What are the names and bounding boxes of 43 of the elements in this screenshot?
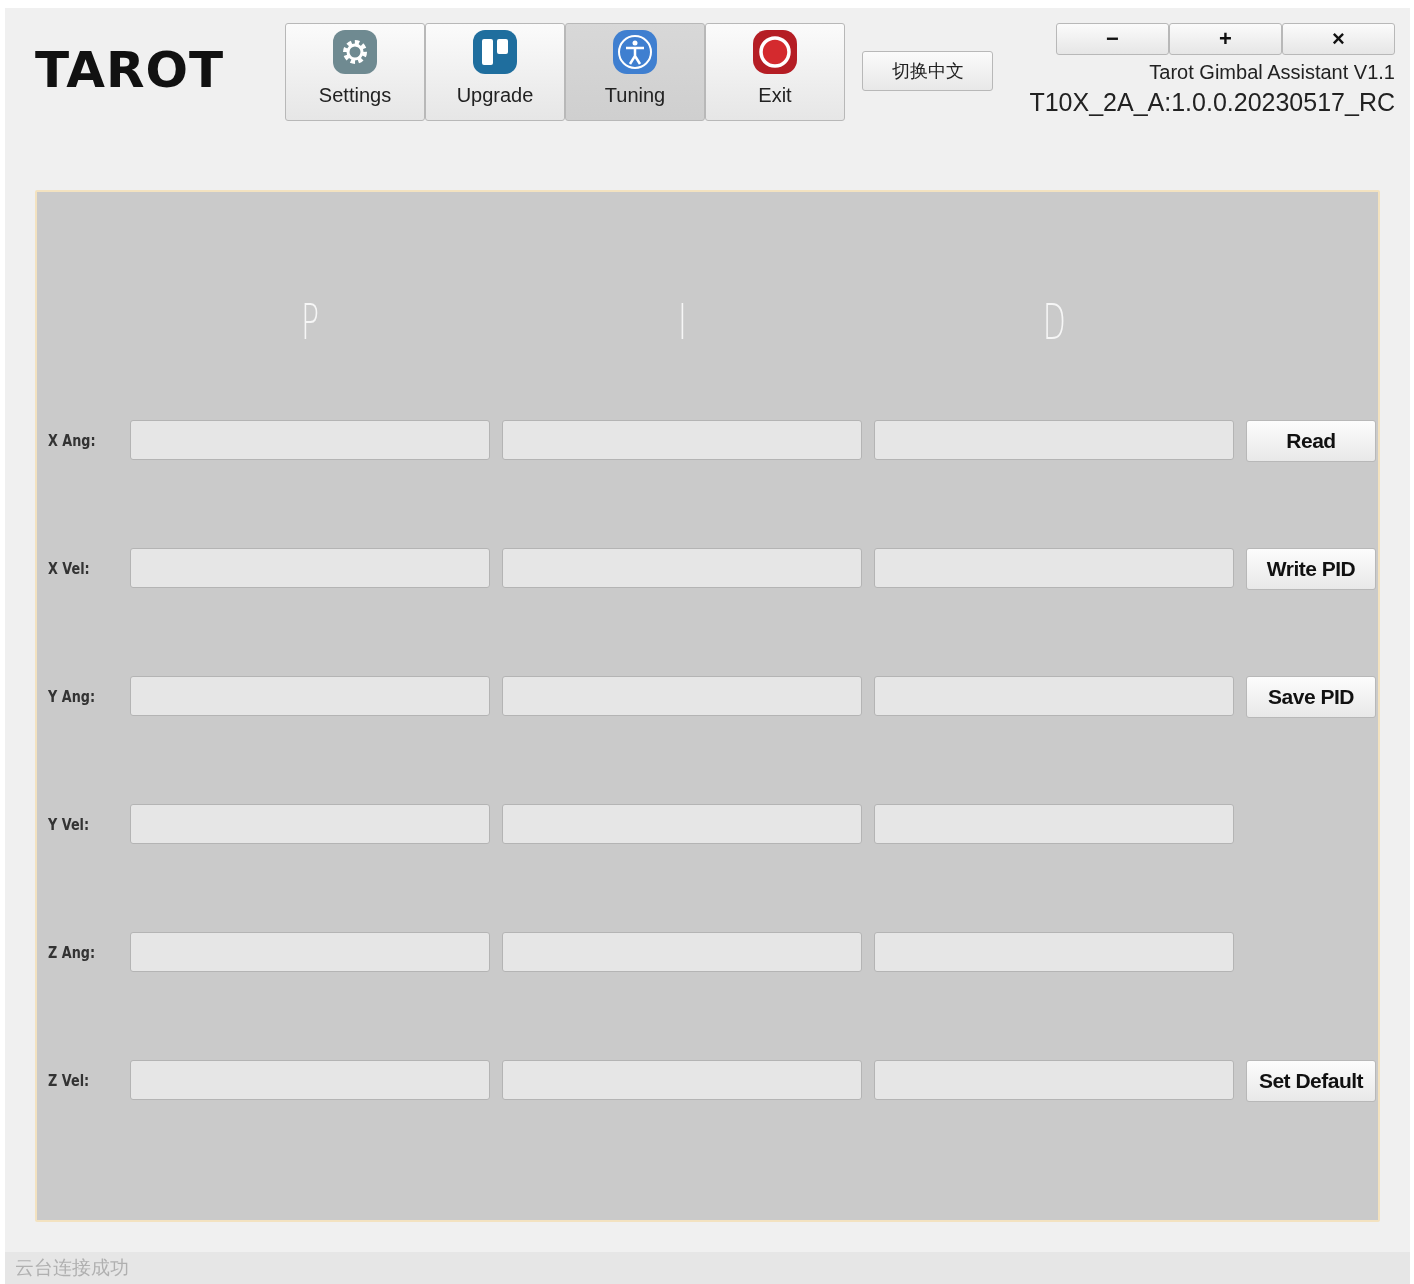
row-label: Y Ang: bbox=[48, 686, 96, 706]
logo: TAROT bbox=[35, 41, 226, 99]
pid-input-field[interactable] bbox=[874, 1060, 1234, 1100]
firmware-version: T10X_2A_A:1.0.0.20230517_RC bbox=[1029, 88, 1395, 117]
window-control-button[interactable]: − bbox=[1056, 23, 1169, 55]
action-button[interactable]: Write PID bbox=[1246, 548, 1376, 590]
action-button[interactable]: Set Default bbox=[1246, 1060, 1376, 1102]
window-control-button[interactable]: + bbox=[1169, 23, 1282, 55]
window-control-button[interactable]: × bbox=[1282, 23, 1395, 55]
gear-icon bbox=[331, 28, 379, 76]
board-icon bbox=[471, 28, 519, 76]
pid-input-field[interactable] bbox=[874, 804, 1234, 844]
pid-input-field[interactable] bbox=[130, 932, 490, 972]
row-label: X Vel: bbox=[48, 558, 90, 578]
row-label: X Ang: bbox=[48, 430, 96, 450]
pid-input-field[interactable] bbox=[874, 676, 1234, 716]
pid-input-field[interactable] bbox=[130, 676, 490, 716]
nav-tab[interactable]: Upgrade bbox=[425, 23, 565, 121]
pid-input-field[interactable] bbox=[874, 932, 1234, 972]
pid-input-field[interactable] bbox=[874, 420, 1234, 460]
record-icon bbox=[751, 28, 799, 76]
pid-input-field[interactable] bbox=[502, 676, 862, 716]
action-button[interactable]: Read bbox=[1246, 420, 1376, 462]
nav-tab[interactable]: Settings bbox=[285, 23, 425, 121]
pid-input-field[interactable] bbox=[130, 420, 490, 460]
pid-input-field[interactable] bbox=[502, 548, 862, 588]
pid-input-field[interactable] bbox=[130, 1060, 490, 1100]
app-title: Tarot Gimbal Assistant V1.1 bbox=[1149, 61, 1395, 84]
row-label: Y Vel: bbox=[48, 814, 90, 834]
pid-input-field[interactable] bbox=[874, 548, 1234, 588]
language-button[interactable]: 切换中文 bbox=[862, 51, 993, 91]
pid-input-field[interactable] bbox=[130, 804, 490, 844]
nav-tab[interactable]: Tuning bbox=[565, 23, 705, 121]
pid-input-field[interactable] bbox=[502, 1060, 862, 1100]
row-label: Z Ang: bbox=[48, 942, 96, 962]
pid-input-field[interactable] bbox=[502, 804, 862, 844]
accessibility-icon bbox=[611, 28, 659, 76]
nav-tab[interactable]: Exit bbox=[705, 23, 845, 121]
row-label: Z Vel: bbox=[48, 1070, 90, 1090]
action-button[interactable]: Save PID bbox=[1246, 676, 1376, 718]
pid-input-field[interactable] bbox=[502, 420, 862, 460]
pid-input-field[interactable] bbox=[502, 932, 862, 972]
pid-input-field[interactable] bbox=[130, 548, 490, 588]
